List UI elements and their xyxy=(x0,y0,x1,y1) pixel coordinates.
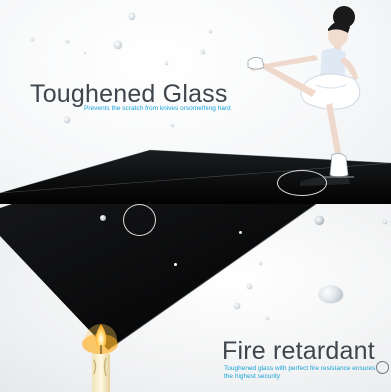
water-drop xyxy=(114,41,122,49)
water-drop xyxy=(84,52,86,54)
water-drop xyxy=(100,215,106,221)
sparkle-dot xyxy=(174,263,177,266)
product-feature-banner: Toughened Glass Prevents the scratch fro… xyxy=(0,0,391,392)
toughened-glass-subtitle: Prevents the scratch from knives orsomet… xyxy=(84,105,231,112)
water-drop xyxy=(171,124,174,127)
water-drop xyxy=(266,317,269,320)
glass-ring xyxy=(123,204,156,236)
fire-retardant-subtitle: Toughened glass with perfect fire resist… xyxy=(224,365,376,380)
water-drop xyxy=(165,62,168,65)
toughened-glass-panel: Toughened Glass Prevents the scratch fro… xyxy=(0,0,391,204)
figure-skater-illustration xyxy=(247,6,361,178)
water-drop xyxy=(31,38,34,41)
water-drop xyxy=(383,220,387,224)
water-drop xyxy=(247,284,252,289)
water-drop xyxy=(209,30,212,33)
water-drop xyxy=(315,216,324,225)
fire-retardant-title: Fire retardant xyxy=(222,337,375,365)
water-drop xyxy=(259,262,262,265)
water-drop xyxy=(64,117,70,123)
water-drop xyxy=(129,13,135,20)
water-drop xyxy=(239,231,242,234)
water-drop xyxy=(319,286,343,303)
water-drop xyxy=(234,303,240,309)
water-drop xyxy=(201,50,205,54)
water-drop xyxy=(66,40,69,43)
candle-flame-illustration xyxy=(85,324,117,392)
